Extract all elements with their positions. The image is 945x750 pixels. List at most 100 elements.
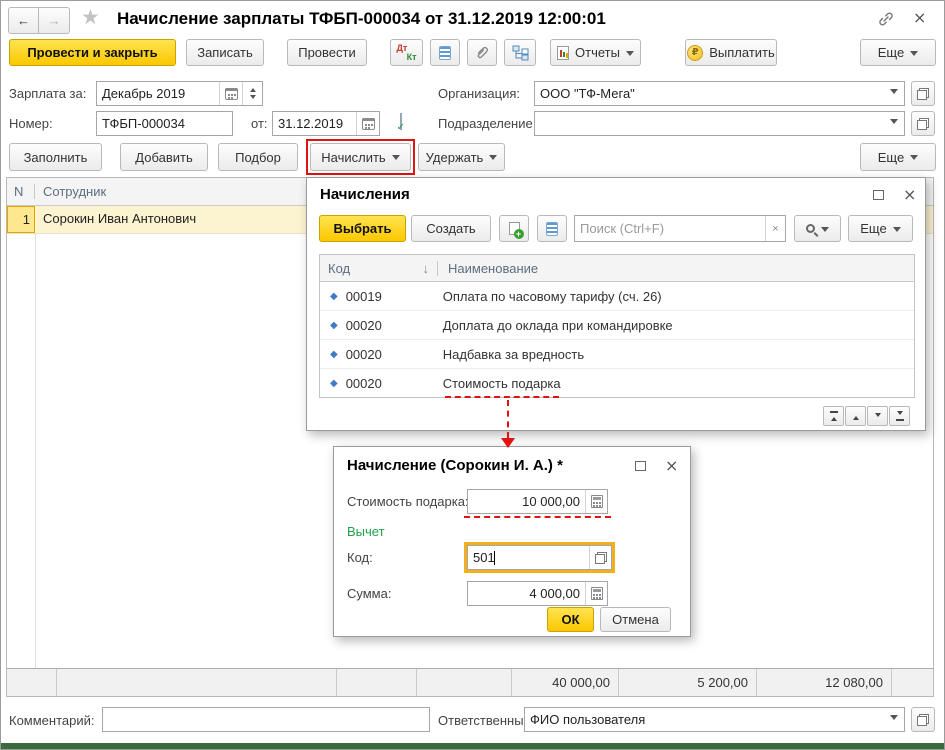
department-input[interactable] <box>535 112 884 135</box>
go-next-button[interactable] <box>867 406 888 426</box>
list-view-button[interactable] <box>537 215 567 242</box>
pay-button[interactable]: ₽ Выплатить <box>685 39 777 66</box>
dt-kt-postings-button[interactable]: ДтКт <box>390 39 423 66</box>
ruble-coin-icon: ₽ <box>687 45 703 61</box>
toolbar-more-button[interactable]: Еще <box>860 39 936 66</box>
popup-more-button[interactable]: Еще <box>848 215 913 242</box>
organization-combo <box>534 81 905 106</box>
write-button[interactable]: Записать <box>186 39 264 66</box>
create-label: Создать <box>426 221 475 236</box>
maximize-icon[interactable] <box>873 190 884 200</box>
post-and-close-button[interactable]: Провести и закрыть <box>9 39 176 66</box>
column-header-name[interactable]: Наименование <box>438 261 914 276</box>
row-navigation-group <box>823 406 910 426</box>
number-input[interactable] <box>97 112 232 135</box>
totals-accrued: 40 000,00 <box>512 669 619 696</box>
document-window: ← → ★ Начисление зарплаты ТФБП-000034 от… <box>0 0 945 750</box>
column-header-n[interactable]: N <box>7 184 35 199</box>
favorite-star-icon[interactable]: ★ <box>81 5 100 30</box>
organization-open-button[interactable] <box>911 81 935 106</box>
table-more-button[interactable]: Еще <box>860 143 936 171</box>
number-field-group <box>96 111 233 136</box>
responsible-combo <box>524 707 905 732</box>
accrual-list-item[interactable]: ◆ 00020 Стоимость подарка <box>320 369 914 397</box>
responsible-dropdown-button[interactable] <box>884 708 904 731</box>
salary-period-field-group <box>96 81 263 106</box>
go-last-button[interactable] <box>889 406 910 426</box>
go-previous-button[interactable] <box>845 406 866 426</box>
related-documents-button[interactable] <box>504 39 536 66</box>
accrue-button[interactable]: Начислить <box>310 143 411 171</box>
responsible-open-button[interactable] <box>911 707 935 732</box>
window-close-icon[interactable]: × <box>913 10 926 26</box>
triangle-down-icon <box>897 411 903 418</box>
chevron-down-icon <box>489 155 497 164</box>
search-clear-button[interactable]: × <box>765 216 785 241</box>
popup-close-icon[interactable]: × <box>665 458 678 474</box>
responsible-input[interactable] <box>525 708 884 731</box>
pay-label: Выплатить <box>709 45 775 60</box>
amount-field-group <box>467 581 608 606</box>
accrual-list-item[interactable]: ◆ 00020 Доплата до оклада при командиров… <box>320 311 914 340</box>
department-dropdown-button[interactable] <box>884 112 904 135</box>
calendar-picker-button[interactable] <box>219 82 242 105</box>
chevron-down-icon <box>910 155 918 164</box>
post-and-close-label: Провести и закрыть <box>27 45 157 60</box>
register-records-button[interactable] <box>430 39 460 66</box>
code-open-button[interactable] <box>589 546 611 569</box>
back-button[interactable]: ← <box>8 7 39 34</box>
gift-calculator-button[interactable] <box>585 490 607 513</box>
maximize-icon[interactable] <box>635 461 646 471</box>
search-settings-button[interactable] <box>794 215 841 242</box>
employee-row-number-cell[interactable]: 1 <box>7 206 35 233</box>
pick-button[interactable]: Подбор <box>218 143 298 171</box>
cancel-button[interactable]: Отмена <box>600 607 671 632</box>
deduction-code-input[interactable] <box>468 546 589 569</box>
open-form-icon <box>917 714 929 726</box>
accrual-name: Оплата по часовому тарифу (сч. 26) <box>430 289 662 304</box>
popup-close-icon[interactable]: × <box>903 187 916 203</box>
department-open-button[interactable] <box>911 111 935 136</box>
get-link-icon[interactable] <box>877 10 895 28</box>
salary-period-input[interactable] <box>97 82 219 105</box>
totals-cell-empty <box>7 669 57 696</box>
date-calendar-button[interactable] <box>356 112 379 135</box>
forward-button[interactable]: → <box>39 7 70 34</box>
select-button[interactable]: Выбрать <box>319 215 406 242</box>
write-label: Записать <box>197 45 253 60</box>
open-form-icon <box>595 552 607 564</box>
search-input[interactable] <box>575 216 765 241</box>
go-first-button[interactable] <box>823 406 844 426</box>
attachments-button[interactable] <box>467 39 497 66</box>
accrual-list-item[interactable]: ◆ 00019 Оплата по часовому тарифу (сч. 2… <box>320 282 914 311</box>
ok-label: ОК <box>561 612 579 627</box>
fill-button[interactable]: Заполнить <box>9 143 102 171</box>
date-input[interactable] <box>273 112 356 135</box>
column-header-code[interactable]: Код↓ <box>320 261 438 276</box>
amount-calculator-button[interactable] <box>585 582 607 605</box>
paperclip-icon <box>474 45 490 61</box>
organization-dropdown-button[interactable] <box>884 82 904 105</box>
ok-button[interactable]: ОК <box>547 607 594 632</box>
accrual-code: 00020 <box>338 347 430 362</box>
chevron-down-icon <box>392 155 400 164</box>
chevron-down-icon <box>893 227 901 236</box>
add-button[interactable]: Добавить <box>120 143 208 171</box>
comment-input[interactable] <box>103 708 429 731</box>
window-bottom-accent <box>1 743 944 749</box>
create-button[interactable]: Создать <box>411 215 491 242</box>
reports-label: Отчеты <box>575 45 620 60</box>
search-icon <box>806 224 815 233</box>
withhold-button[interactable]: Удержать <box>418 143 505 171</box>
chevron-down-icon <box>890 89 898 98</box>
deduction-amount-input[interactable] <box>468 582 585 605</box>
period-stepper[interactable] <box>242 82 262 105</box>
document-check-icon[interactable] <box>400 114 402 129</box>
accrual-list-item[interactable]: ◆ 00020 Надбавка за вредность <box>320 340 914 369</box>
reports-button[interactable]: Отчеты <box>550 39 641 66</box>
organization-input[interactable] <box>535 82 884 105</box>
create-group-button[interactable] <box>499 215 529 242</box>
post-button[interactable]: Провести <box>287 39 367 66</box>
gift-row-underline-annotation <box>445 396 559 398</box>
gift-amount-input[interactable] <box>468 490 585 513</box>
